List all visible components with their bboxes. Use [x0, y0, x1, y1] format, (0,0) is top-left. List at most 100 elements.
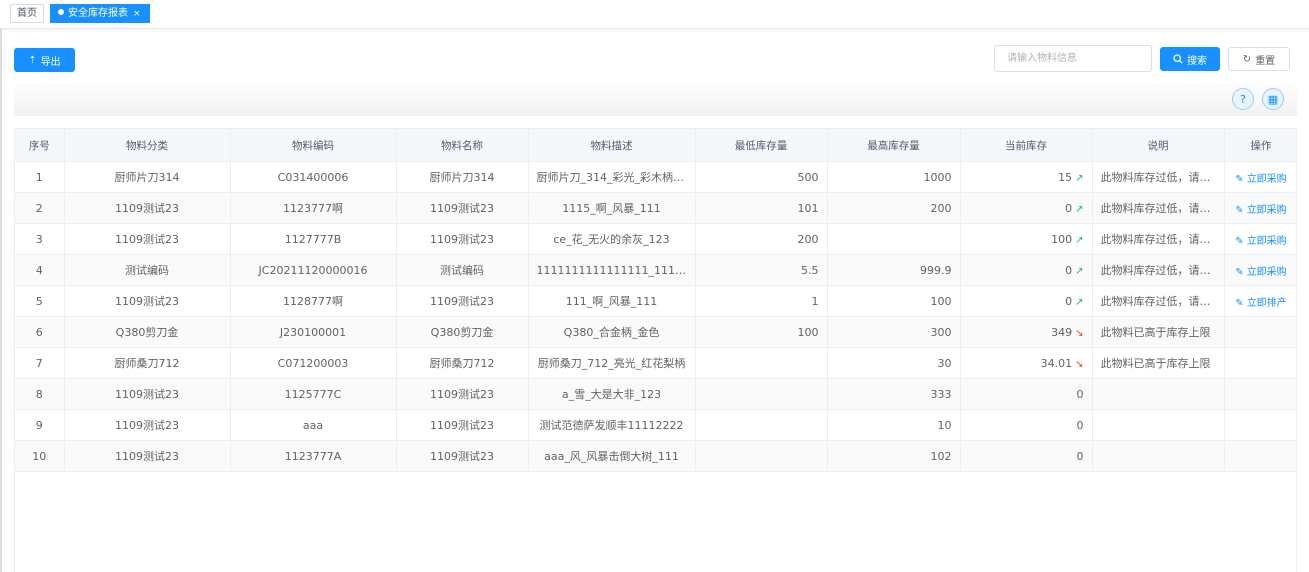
cell-current: 15 ↗ — [960, 161, 1093, 193]
current-stock-value: 15 — [1058, 170, 1073, 184]
cell-min — [695, 409, 828, 441]
cell-action — [1224, 409, 1296, 441]
cell-name: 厨师桑刀712 — [396, 347, 529, 379]
cell-desc: 1115_啊_风暴_111 — [528, 192, 696, 224]
table-row[interactable]: 8 1109测试23 1125777C 1109测试23 a_雪_大是大非_123 333… — [15, 378, 1296, 410]
cell-name: 1109测试23 — [396, 223, 529, 255]
current-stock-value: 0 — [1065, 263, 1073, 277]
cell-current: 0 ↗ — [960, 192, 1093, 224]
cell-max: 333 — [827, 378, 961, 410]
inventory-table: 序号 物料分类 物料编码 物料名称 物料描述 最低库存量 最高库存量 当前库存 … — [14, 128, 1297, 572]
cell-action: ✎ 立即采购 — [1224, 254, 1296, 286]
table-row[interactable]: 2 1109测试23 1123777啊 1109测试23 1115_啊_风暴_111 10… — [15, 192, 1296, 224]
cell-desc: 1111111111111111_11111111 — [528, 254, 696, 286]
edit-icon: ✎ — [1235, 173, 1244, 185]
table-header-row: 序号 物料分类 物料编码 物料名称 物料描述 最低库存量 最高库存量 当前库存 … — [15, 129, 1296, 162]
cell-no: 6 — [15, 316, 65, 348]
cell-code: 1128777啊 — [230, 285, 397, 317]
export-button[interactable]: ⇡ 导出 — [14, 48, 75, 72]
search-button[interactable]: 搜索 — [1160, 47, 1220, 71]
action-label: 立即采购 — [1246, 235, 1287, 247]
active-dot-icon — [58, 9, 64, 15]
current-stock-value: 0 — [1065, 294, 1073, 308]
cell-current: 349 ↘ — [960, 316, 1093, 348]
cell-max — [827, 223, 961, 255]
col-header-max: 最高库存量 — [827, 129, 961, 162]
cell-action — [1224, 347, 1296, 379]
upload-icon: ⇡ — [28, 54, 37, 66]
edit-icon: ✎ — [1235, 204, 1244, 216]
close-icon[interactable]: × — [133, 9, 141, 19]
action-link[interactable]: ✎ 立即排产 — [1235, 298, 1286, 309]
cell-action — [1224, 440, 1296, 472]
table-row[interactable]: 9 1109测试23 aaa 1109测试23 测试范德萨发顺丰11112222 10 0 — [15, 409, 1296, 441]
tab-home[interactable]: 首页 — [10, 4, 44, 23]
cell-min — [695, 378, 828, 410]
cell-category: 1109测试23 — [64, 223, 231, 255]
cell-min: 101 — [695, 192, 828, 224]
cell-category: 厨师片刀314 — [64, 161, 231, 193]
cell-no: 5 — [15, 285, 65, 317]
cell-note: 此物料已高于库存上限 — [1092, 347, 1225, 379]
cell-note: 此物料库存过低，请及时排产 — [1092, 285, 1225, 317]
cell-min: 100 — [695, 316, 828, 348]
action-link[interactable]: ✎ 立即采购 — [1235, 236, 1286, 247]
col-header-category: 物料分类 — [64, 129, 231, 162]
cell-action: ✎ 立即采购 — [1224, 223, 1296, 255]
search-label: 搜索 — [1187, 55, 1207, 67]
current-stock-value: 0 — [1076, 449, 1084, 463]
help-icon[interactable]: ? — [1232, 88, 1254, 110]
columns-icon[interactable]: ▦ — [1262, 88, 1284, 110]
cell-min: 1 — [695, 285, 828, 317]
action-link[interactable]: ✎ 立即采购 — [1235, 205, 1286, 216]
cell-code: J230100001 — [230, 316, 397, 348]
table-row[interactable]: 10 1109测试23 1123777A 1109测试23 aaa_风_风暴击倒大树_1… — [15, 440, 1296, 472]
table-row[interactable]: 3 1109测试23 1127777B 1109测试23 ce_花_无火的余灰_123 2… — [15, 223, 1296, 255]
cell-name: 1109测试23 — [396, 285, 529, 317]
edit-icon: ✎ — [1235, 266, 1244, 278]
trend-up-icon: ↗ — [1075, 234, 1084, 246]
cell-min — [695, 440, 828, 472]
search-input[interactable] — [994, 45, 1152, 72]
cell-note — [1092, 409, 1225, 441]
table-row[interactable]: 1 厨师片刀314 C031400006 厨师片刀314 厨师片刀_314_彩光_彩木柄… — [15, 161, 1296, 193]
cell-max: 999.9 — [827, 254, 961, 286]
table-row[interactable]: 4 测试编码 JC20211120000016 测试编码 111111111111111… — [15, 254, 1296, 286]
cell-no: 4 — [15, 254, 65, 286]
cell-category: 1109测试23 — [64, 192, 231, 224]
cell-no: 1 — [15, 161, 65, 193]
edit-icon: ✎ — [1235, 235, 1244, 247]
cell-current: 0 ↗ — [960, 285, 1093, 317]
cell-category: 1109测试23 — [64, 378, 231, 410]
cell-desc: ce_花_无火的余灰_123 — [528, 223, 696, 255]
cell-min: 200 — [695, 223, 828, 255]
cell-min: 5.5 — [695, 254, 828, 286]
cell-action — [1224, 378, 1296, 410]
action-label: 立即采购 — [1246, 266, 1287, 278]
cell-current: 0 — [960, 378, 1093, 410]
table-row[interactable]: 6 Q380剪刀金 J230100001 Q380剪刀金 Q380_合金柄_金色 100 3… — [15, 316, 1296, 348]
cell-note: 此物料库存过低，请及时采购 — [1092, 254, 1225, 286]
table-row[interactable]: 5 1109测试23 1128777啊 1109测试23 111_啊_风暴_111 1 10… — [15, 285, 1296, 317]
cell-max: 1000 — [827, 161, 961, 193]
action-link[interactable]: ✎ 立即采购 — [1235, 267, 1286, 278]
cell-max: 102 — [827, 440, 961, 472]
trend-down-icon: ↘ — [1075, 327, 1084, 339]
col-header-desc: 物料描述 — [528, 129, 696, 162]
cell-category: 1109测试23 — [64, 409, 231, 441]
table-row[interactable]: 7 厨师桑刀712 C071200003 厨师桑刀712 厨师桑刀_712_亮光_红花梨… — [15, 347, 1296, 379]
reset-button[interactable]: ↻ 重置 — [1228, 47, 1290, 71]
cell-code: C071200003 — [230, 347, 397, 379]
cell-current: 0 — [960, 409, 1093, 441]
cell-max: 200 — [827, 192, 961, 224]
trend-up-icon: ↗ — [1075, 265, 1084, 277]
cell-max: 30 — [827, 347, 961, 379]
action-link[interactable]: ✎ 立即采购 — [1235, 174, 1286, 185]
cell-name: 厨师片刀314 — [396, 161, 529, 193]
reset-label: 重置 — [1255, 55, 1276, 67]
tab-safety-stock-report[interactable]: 安全库存报表 × — [50, 4, 150, 23]
col-header-name: 物料名称 — [396, 129, 529, 162]
trend-up-icon: ↗ — [1075, 172, 1084, 184]
current-stock-value: 0 — [1065, 201, 1073, 215]
cell-category: 厨师桑刀712 — [64, 347, 231, 379]
